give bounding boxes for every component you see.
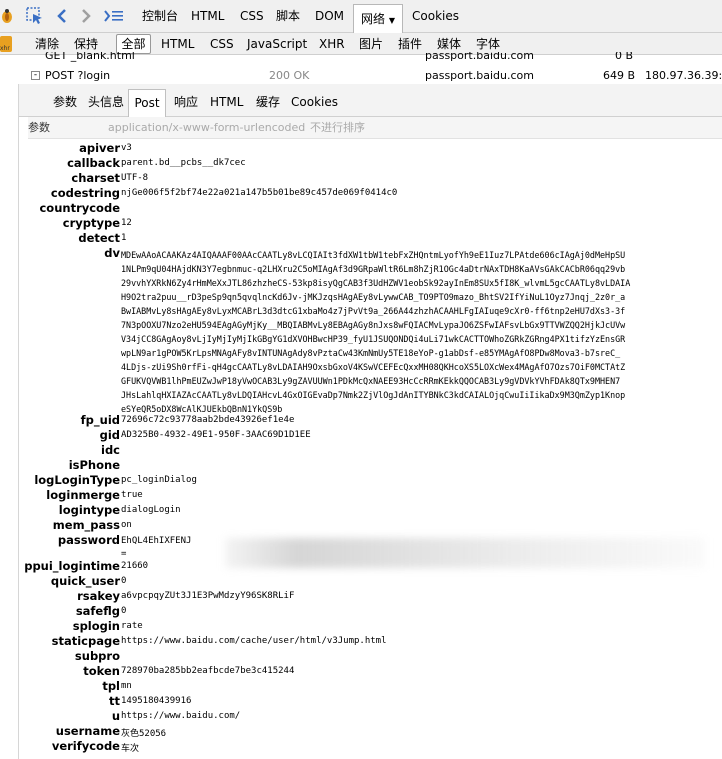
tab-script[interactable]: 脚本 xyxy=(276,0,300,33)
param-value: 灰色52056 xyxy=(121,729,167,739)
param-value: parent.bd__pcbs__dk7cec xyxy=(121,158,246,168)
param-value: rate xyxy=(121,621,143,631)
content-type-label: application/x-www-form-urlencoded xyxy=(108,121,306,134)
tab-dom[interactable]: DOM xyxy=(315,0,344,33)
tab-html[interactable]: HTML xyxy=(191,0,224,33)
param-key: isPhone xyxy=(68,458,120,472)
xhr-badge-label: xhr xyxy=(0,45,10,52)
param-value: EhQL4EhIXFENJ = xyxy=(121,536,192,559)
request-name: GET _blank.html xyxy=(45,52,135,62)
param-value: njGe006f5f2bf74e22a021a147b5b01be89c457d… xyxy=(121,188,398,198)
filter-all-button[interactable]: 全部 xyxy=(116,34,151,54)
tab-cache[interactable]: 缓存 xyxy=(256,84,280,117)
param-key: detect xyxy=(78,231,120,245)
param-value: 车次 xyxy=(121,744,140,754)
request-size: 0 B xyxy=(615,52,634,62)
tab-response[interactable]: 响应 xyxy=(174,84,198,117)
param-key: codestring xyxy=(50,186,120,200)
request-status: 200 OK xyxy=(269,69,310,82)
tab-headers[interactable]: 头信息 xyxy=(88,84,124,117)
password-blur-overlay xyxy=(225,538,705,568)
request-ip: 180.97.36.39:4 xyxy=(645,69,722,82)
request-row[interactable]: GET _blank.html passport.baidu.com 0 B xyxy=(18,52,722,64)
param-value: 0 xyxy=(121,606,127,616)
param-value: MDEwAAoACAAKAz4AIQAAAF00AAcCAATLy8vLCQIA… xyxy=(121,250,631,414)
request-name: POST ?login xyxy=(45,69,111,82)
tab-css[interactable]: CSS xyxy=(240,0,264,33)
param-value: UTF-8 xyxy=(121,173,149,183)
tab-cookies[interactable]: Cookies xyxy=(412,0,459,33)
param-key: gid xyxy=(99,428,120,442)
param-value: https://www.baidu.com/ xyxy=(121,711,241,721)
request-domain: passport.baidu.com xyxy=(425,52,534,62)
param-key: cryptype xyxy=(62,216,120,230)
param-value: 12 xyxy=(121,218,132,228)
param-value: 1495180439916 xyxy=(121,696,192,706)
param-key: safeflg xyxy=(75,604,120,618)
param-value: pc_loginDialog xyxy=(121,475,197,485)
tab-network-label: 网络 xyxy=(361,12,386,26)
param-key: splogin xyxy=(72,619,120,633)
param-key: token xyxy=(83,664,120,678)
param-key: loginmerge xyxy=(46,488,120,502)
tab-detail-html[interactable]: HTML xyxy=(210,84,243,117)
param-value: v3 xyxy=(121,143,132,153)
back-arrow-icon[interactable] xyxy=(56,7,68,25)
chevron-down-icon[interactable]: ▼ xyxy=(389,16,395,25)
param-key: username xyxy=(55,724,120,738)
param-key: charset xyxy=(71,171,120,185)
param-key: verifycode xyxy=(51,739,120,753)
param-key: quick_user xyxy=(50,574,120,588)
param-key: subpro xyxy=(74,649,120,663)
request-size: 649 B xyxy=(603,69,636,82)
params-header: 参数 application/x-www-form-urlencoded 不进行… xyxy=(28,117,722,139)
params-label: 参数 xyxy=(28,121,50,134)
param-value: 72696c72c93778aab2bde43926ef1e4e xyxy=(121,415,295,425)
param-key: u xyxy=(111,709,120,723)
param-value: true xyxy=(121,490,143,500)
param-value: a6vpcpqyZUt3J1E3PwMdzyY96SK8RLiF xyxy=(121,591,295,601)
param-key: fp_uid xyxy=(80,413,120,427)
param-value: on xyxy=(121,520,132,530)
detail-tabs: 参数 头信息 Post 响应 HTML 缓存 Cookies xyxy=(19,84,722,118)
param-key: idc xyxy=(101,443,120,457)
param-key: password xyxy=(57,533,120,547)
firebug-bug-icon[interactable] xyxy=(0,8,14,24)
param-value: 728970ba285bb2eafbcde7be3c415244 xyxy=(121,666,295,676)
main-toolbar: 控制台 HTML CSS 脚本 DOM 网络 ▼ Cookies xyxy=(0,0,722,33)
param-key: apiver xyxy=(79,141,120,155)
command-line-icon[interactable] xyxy=(104,8,124,24)
param-key: ppui_logintime xyxy=(24,559,120,573)
inspect-element-icon[interactable] xyxy=(26,7,44,25)
param-key: rsakey xyxy=(77,589,120,603)
param-value: 0 xyxy=(121,576,127,586)
param-key: mem_pass xyxy=(52,518,120,532)
param-key: logLoginType xyxy=(34,473,120,487)
param-key: tt xyxy=(109,694,120,708)
forward-arrow-icon[interactable] xyxy=(80,7,92,25)
param-key: dv xyxy=(104,246,120,260)
tab-console[interactable]: 控制台 xyxy=(142,0,178,33)
param-key: staticpage xyxy=(51,634,120,648)
request-row[interactable]: - POST ?login 200 OK passport.baidu.com … xyxy=(18,68,722,83)
param-value: AD325B0-4932-49E1-950F-3AAC69D1D1EE xyxy=(121,430,311,440)
tab-network[interactable]: 网络 ▼ xyxy=(353,4,403,33)
sort-toggle[interactable]: 不进行排序 xyxy=(310,117,365,139)
param-key: tpl xyxy=(102,679,120,693)
param-value: 1 xyxy=(121,233,127,243)
param-key: logintype xyxy=(58,503,120,517)
request-domain: passport.baidu.com xyxy=(425,69,534,82)
request-detail-panel: 参数 头信息 Post 响应 HTML 缓存 Cookies 参数 applic… xyxy=(18,84,722,759)
param-value: mn xyxy=(121,681,132,691)
collapse-icon[interactable]: - xyxy=(31,71,40,80)
tab-detail-cookies[interactable]: Cookies xyxy=(291,84,338,117)
param-key: callback xyxy=(67,156,120,170)
tab-post[interactable]: Post xyxy=(128,89,166,118)
param-value: https://www.baidu.com/cache/user/html/v3… xyxy=(121,636,387,646)
param-key: countrycode xyxy=(39,201,120,215)
tab-params[interactable]: 参数 xyxy=(53,84,77,117)
param-value: dialogLogin xyxy=(121,505,181,515)
param-value: 21660 xyxy=(121,561,149,571)
